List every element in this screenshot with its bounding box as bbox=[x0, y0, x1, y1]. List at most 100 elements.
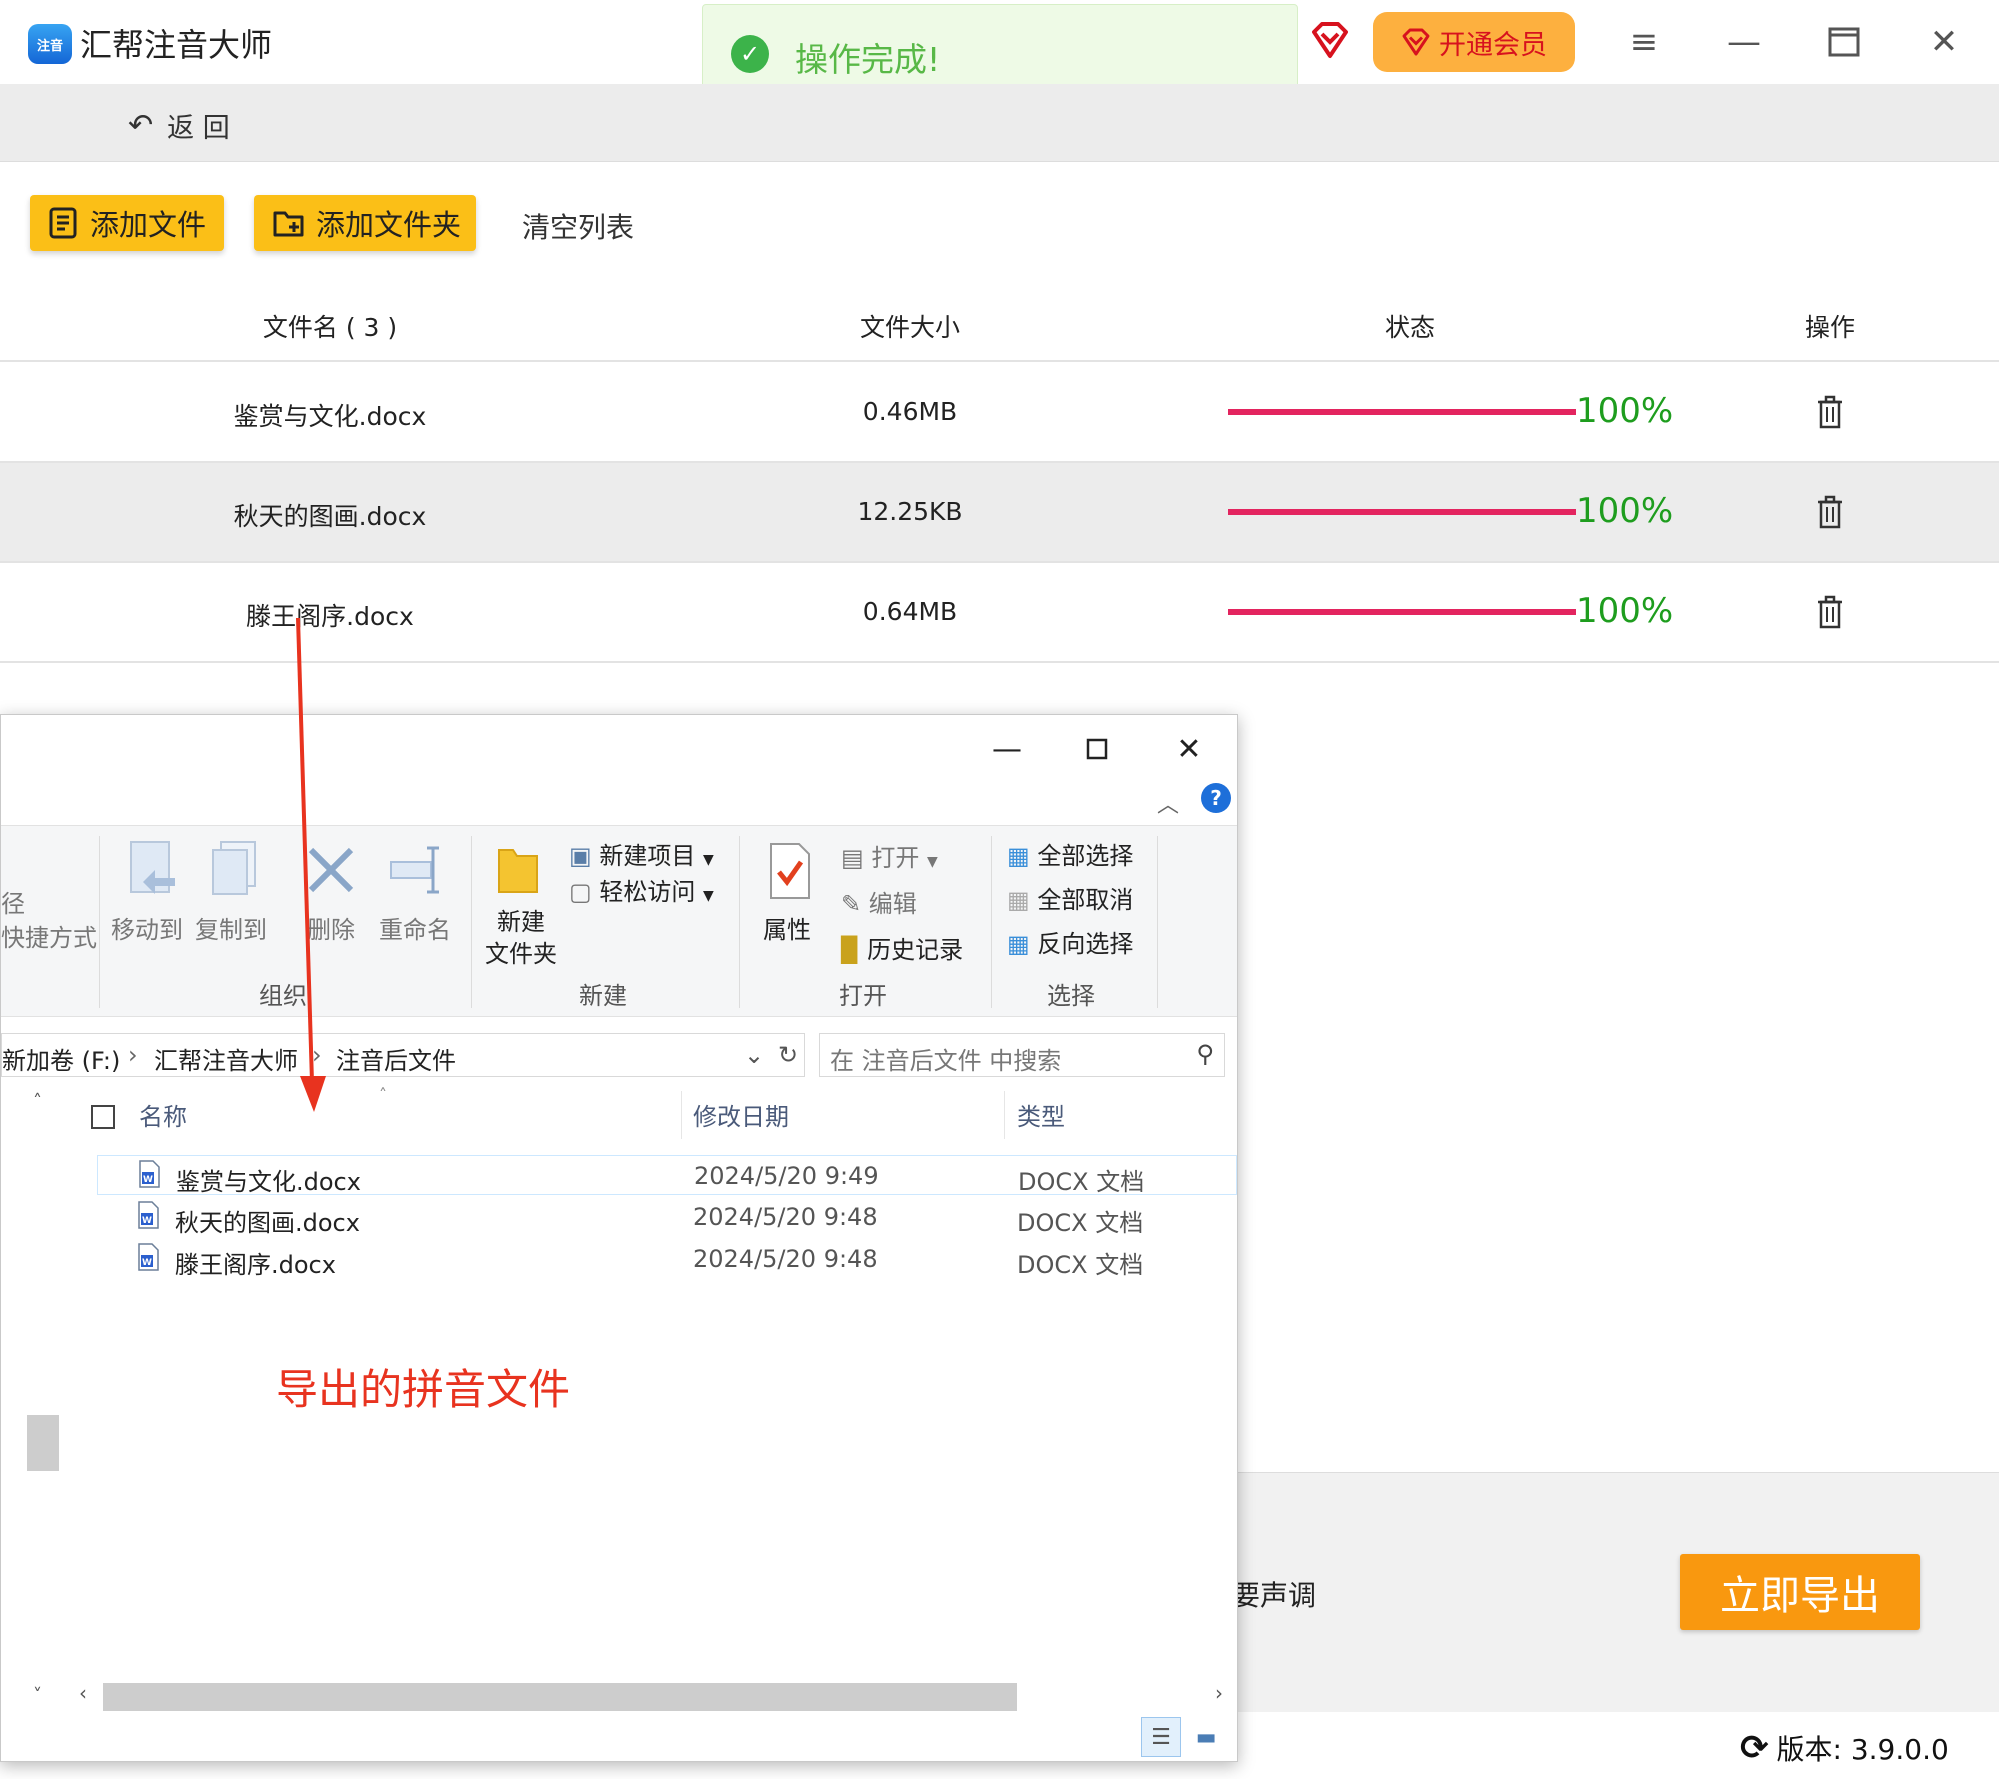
add-folder-button[interactable]: 添加文件夹 bbox=[254, 195, 476, 251]
back-bar: ↶ 返 回 bbox=[0, 84, 1999, 162]
folder-add-icon bbox=[273, 211, 304, 237]
column-modified[interactable]: 修改日期 bbox=[693, 1097, 789, 1132]
select-all-checkbox[interactable] bbox=[91, 1105, 115, 1129]
new-item-icon: ▣ bbox=[569, 842, 592, 870]
trash-icon[interactable] bbox=[1816, 395, 1844, 429]
scroll-up-icon[interactable]: ˄ bbox=[33, 1091, 42, 1112]
move-to-button[interactable]: 移动到 bbox=[111, 910, 183, 945]
open-icon: ▤ bbox=[841, 844, 864, 872]
open-button[interactable]: ▤ 打开 ▼ bbox=[841, 838, 938, 873]
header-file-name: 文件名 ( 3 ) bbox=[262, 313, 398, 342]
column-separator[interactable] bbox=[681, 1091, 682, 1139]
select-all-button[interactable]: ▦ 全部选择 bbox=[1007, 836, 1133, 871]
trash-icon[interactable] bbox=[1816, 495, 1844, 529]
ribbon-separator bbox=[991, 836, 992, 1008]
details-view-icon[interactable]: ☰ bbox=[1141, 1717, 1181, 1757]
file-row[interactable]: W 秋天的图画.docx 2024/5/20 9:48 DOCX 文档 bbox=[97, 1197, 1237, 1237]
app-logo-icon: 注音 bbox=[28, 24, 72, 64]
scroll-right-icon[interactable]: › bbox=[1215, 1681, 1223, 1705]
ribbon-separator bbox=[1157, 836, 1158, 1008]
diamond-icon[interactable] bbox=[1310, 20, 1350, 60]
scroll-thumb[interactable] bbox=[103, 1683, 1017, 1711]
file-modified: 2024/5/20 9:48 bbox=[693, 1245, 878, 1273]
scroll-left-icon[interactable]: ‹ bbox=[79, 1681, 87, 1705]
easy-access-button[interactable]: ▢ 轻松访问 ▼ bbox=[569, 872, 714, 907]
copy-path-button[interactable]: 径 bbox=[1, 884, 25, 919]
nav-pane-scrollbar[interactable]: ˄ ˅ bbox=[27, 1091, 59, 1711]
ribbon-toolbar: 径 快捷方式 移动到 复制到 删除 重命名 组织 新建 文件夹 ▣ 新建项目 ▼… bbox=[1, 825, 1237, 1017]
sort-up-icon: ˄ bbox=[379, 1085, 387, 1104]
vip-button[interactable]: 开通会员 bbox=[1373, 12, 1575, 72]
column-separator[interactable] bbox=[1004, 1091, 1005, 1139]
new-item-button[interactable]: ▣ 新建项目 ▼ bbox=[569, 836, 714, 871]
search-icon[interactable]: ⚲ bbox=[1196, 1040, 1214, 1068]
file-modified: 2024/5/20 9:48 bbox=[693, 1203, 878, 1231]
help-icon[interactable]: ? bbox=[1201, 783, 1231, 813]
file-name: 鉴赏与文化.docx bbox=[176, 1168, 361, 1196]
progress-bar bbox=[1228, 509, 1576, 515]
address-bar[interactable]: 新加卷 (F:) › 汇帮注音大师 › 注音后文件 ⌄ ↻ bbox=[1, 1033, 805, 1077]
close-button[interactable]: ✕ bbox=[1922, 20, 1966, 64]
export-button[interactable]: 立即导出 bbox=[1680, 1554, 1920, 1630]
rename-button[interactable]: 重命名 bbox=[379, 910, 451, 945]
scroll-down-icon[interactable]: ˅ bbox=[33, 1685, 42, 1706]
dropdown-arrow-icon: ▼ bbox=[702, 888, 714, 904]
row-file-name: 秋天的图画.docx bbox=[233, 502, 427, 531]
column-name[interactable]: 名称 bbox=[139, 1097, 187, 1132]
column-type[interactable]: 类型 bbox=[1017, 1097, 1065, 1132]
dropdown-arrow-icon: ▼ bbox=[926, 854, 938, 870]
paste-shortcut-button[interactable]: 快捷方式 bbox=[1, 918, 97, 953]
new-folder-button[interactable]: 新建 文件夹 bbox=[485, 906, 557, 970]
refresh-icon[interactable]: ⟳ bbox=[1740, 1728, 1769, 1768]
annotation-text: 导出的拼音文件 bbox=[276, 1365, 571, 1414]
edit-icon: ✎ bbox=[841, 890, 862, 918]
properties-button[interactable]: 属性 bbox=[763, 910, 811, 945]
search-box[interactable]: 在 注音后文件 中搜索 ⚲ bbox=[819, 1033, 1225, 1077]
add-file-button[interactable]: 添加文件 bbox=[30, 195, 224, 251]
file-list-icon bbox=[49, 207, 77, 239]
header-action: 操作 bbox=[1804, 313, 1856, 342]
ribbon-collapse-icon[interactable]: ︿ bbox=[1157, 787, 1179, 819]
address-segment[interactable]: 新加卷 (F:) bbox=[2, 1041, 120, 1076]
ribbon-separator bbox=[739, 836, 740, 1008]
file-row[interactable]: W 滕王阁序.docx 2024/5/20 9:48 DOCX 文档 bbox=[97, 1239, 1237, 1279]
scroll-thumb[interactable] bbox=[27, 1415, 59, 1471]
svg-text:W: W bbox=[143, 1175, 153, 1185]
tone-option-label: 要声调 bbox=[1232, 1574, 1316, 1614]
chevron-down-icon[interactable]: ⌄ bbox=[744, 1041, 764, 1069]
explorer-maximize-button[interactable] bbox=[1075, 729, 1119, 769]
large-icons-view-icon[interactable]: ▬ bbox=[1186, 1718, 1226, 1758]
delete-button[interactable]: 删除 bbox=[307, 910, 355, 945]
back-button[interactable]: ↶ 返 回 bbox=[128, 106, 230, 145]
file-name: 秋天的图画.docx bbox=[175, 1209, 360, 1237]
select-none-button[interactable]: ▦ 全部取消 bbox=[1007, 880, 1133, 915]
refresh-icon[interactable]: ↻ bbox=[778, 1041, 798, 1069]
invert-selection-button[interactable]: ▦ 反向选择 bbox=[1007, 924, 1133, 959]
address-segment[interactable]: 汇帮注音大师 bbox=[154, 1041, 298, 1076]
explorer-minimize-button[interactable]: — bbox=[985, 729, 1029, 769]
clear-list-button[interactable]: 清空列表 bbox=[522, 206, 634, 246]
horizontal-scrollbar[interactable]: ‹ › bbox=[65, 1679, 1235, 1711]
file-type: DOCX 文档 bbox=[1017, 1251, 1144, 1279]
edit-button[interactable]: ✎ 编辑 bbox=[841, 884, 917, 919]
file-row[interactable]: W 鉴赏与文化.docx 2024/5/20 9:49 DOCX 文档 bbox=[97, 1155, 1237, 1196]
version-label: 版本: 3.9.0.0 bbox=[1776, 1733, 1949, 1766]
easy-access-label: 轻松访问 bbox=[599, 878, 696, 906]
menu-icon[interactable]: ≡ bbox=[1622, 20, 1666, 64]
file-name: 滕王阁序.docx bbox=[175, 1251, 336, 1279]
copy-to-button[interactable]: 复制到 bbox=[195, 910, 267, 945]
trash-icon[interactable] bbox=[1816, 595, 1844, 629]
minimize-button[interactable]: — bbox=[1722, 20, 1766, 64]
chevron-right-icon: › bbox=[128, 1041, 138, 1069]
search-placeholder: 在 注音后文件 中搜索 bbox=[830, 1047, 1062, 1075]
invert-selection-label: 反向选择 bbox=[1037, 930, 1134, 958]
address-segment[interactable]: 注音后文件 bbox=[336, 1041, 456, 1076]
ribbon-separator bbox=[471, 836, 472, 1008]
row-file-size: 12.25KB bbox=[857, 497, 963, 526]
history-button[interactable]: ▉ 历史记录 bbox=[841, 930, 963, 965]
maximize-button[interactable] bbox=[1822, 20, 1866, 64]
progress-percent: 100% bbox=[1576, 591, 1674, 631]
back-arrow-icon: ↶ bbox=[128, 108, 154, 143]
ribbon-group-select: 选择 bbox=[1047, 982, 1095, 1010]
explorer-close-button[interactable]: ✕ bbox=[1167, 729, 1211, 769]
